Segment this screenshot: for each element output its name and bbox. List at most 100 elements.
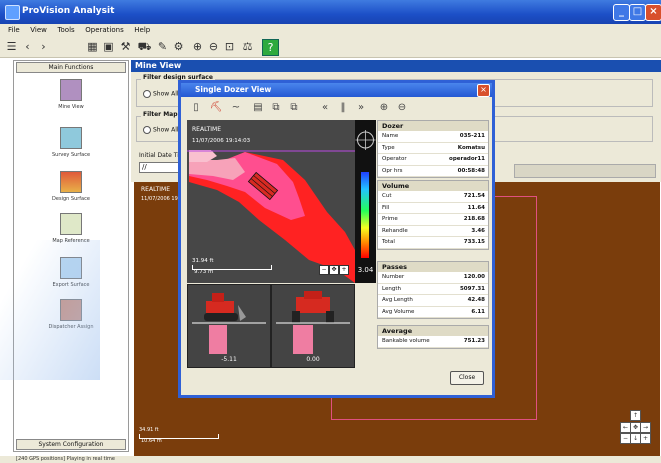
compass-icon: [355, 130, 376, 150]
main-view-title: Mine View: [135, 61, 182, 70]
survey-surface-item[interactable]: Survey Surface: [14, 127, 128, 158]
zoom-extent-icon[interactable]: ⊡: [222, 39, 237, 54]
close-button[interactable]: Close: [450, 371, 484, 385]
export-icon[interactable]: ⧉: [287, 101, 301, 115]
design-surface-label: Design Surface: [52, 196, 90, 202]
info-row: Type Komatsu: [378, 143, 488, 154]
dialog-zoom-out-icon[interactable]: ⊖: [395, 101, 409, 115]
info-row: Rehandle 3.46: [378, 226, 488, 237]
zoom-out-icon[interactable]: ⊖: [206, 39, 221, 54]
map-fit-button[interactable]: ✥: [329, 265, 339, 275]
menu-tools[interactable]: Tools: [57, 26, 74, 34]
dozer-select-icon[interactable]: ⛏: [209, 101, 223, 115]
copy-icon[interactable]: ⧉: [269, 101, 283, 115]
info-row: Operator operador11: [378, 154, 488, 166]
dispatcher-assign-item[interactable]: Dispatcher Assign: [14, 299, 128, 330]
survey-surface-icon: [60, 127, 82, 149]
dozer-info-panel: Dozer Name 035-211 Type Komatsu Operator op…: [377, 120, 489, 358]
mine-view-item[interactable]: Mine View: [14, 79, 128, 110]
dozer-rear-icon: [276, 291, 350, 324]
main-toolbar: ☰ ‹ › ▦ ▣ ⚒ ⛟ ✎ ⚙ ⊕ ⊖ ⊡ ⚖ ?: [0, 36, 661, 58]
info-row: Fill 11.64: [378, 203, 488, 214]
compass-legend-column: 3.04: [355, 120, 376, 283]
dozer-heading: Dozer: [378, 121, 488, 131]
timeline-scrollbar[interactable]: [514, 164, 656, 178]
app-title: ProVision Analysit: [22, 6, 115, 16]
rewind-icon[interactable]: «: [318, 101, 332, 115]
side-view-depth-bar: [209, 325, 227, 354]
rear-view-value: 0.00: [306, 356, 320, 363]
help-icon[interactable]: ?: [262, 39, 279, 56]
dialog-title-bar[interactable]: Single Dozer View ×: [181, 83, 492, 97]
forward-icon[interactable]: ›: [36, 39, 51, 54]
dialog-zoom-in-icon[interactable]: ⊕: [377, 101, 391, 115]
left-panel: Main Functions Mine View Survey Surface …: [13, 60, 129, 452]
maximize-button[interactable]: □: [629, 4, 646, 21]
menu-file[interactable]: File: [8, 26, 20, 34]
pen-icon[interactable]: ✎: [155, 39, 170, 54]
show-all-radio-2[interactable]: Show All: [143, 126, 179, 134]
map-zoom-in-button[interactable]: +: [339, 265, 349, 275]
measure-icon[interactable]: ⚖: [240, 39, 255, 54]
menu-operations[interactable]: Operations: [85, 26, 123, 34]
pause-icon[interactable]: ‖: [336, 101, 350, 115]
dialog-scale-bar: 31.94 ft 9.73 m: [192, 258, 272, 276]
map-reference-item[interactable]: Map Reference: [14, 213, 128, 244]
zoom-in-icon[interactable]: ⊕: [190, 39, 205, 54]
show-all-radio-1[interactable]: Show All: [143, 90, 179, 98]
export-surface-item[interactable]: Export Surface: [14, 257, 128, 288]
close-window-button[interactable]: ×: [645, 4, 661, 21]
mine-view-icon: [60, 79, 82, 101]
dialog-title: Single Dozer View: [195, 85, 272, 94]
dialog-close-icon[interactable]: ×: [477, 84, 490, 97]
tool-icon[interactable]: ⚙: [171, 39, 186, 54]
layers-icon[interactable]: ☰: [4, 39, 19, 54]
app-title-bar: ProVision Analysit _ □ ×: [0, 0, 661, 24]
grid-icon[interactable]: ▦: [85, 39, 100, 54]
passes-heading: Passes: [378, 262, 488, 272]
design-surface-item[interactable]: Design Surface: [14, 171, 128, 202]
single-dozer-dialog: Single Dozer View × ▯ ⛏ ~ ▤ ⧉ ⧉ « ‖ » ⊕ …: [178, 80, 495, 398]
main-functions-button[interactable]: Main Functions: [16, 62, 126, 73]
info-row: Length 5097.31: [378, 284, 488, 295]
mine-view-label: Mine View: [58, 104, 84, 110]
pan-up-button[interactable]: ↑: [630, 410, 641, 421]
fast-forward-icon[interactable]: »: [354, 101, 368, 115]
info-row: Opr hrs 00:58:48: [378, 166, 488, 177]
side-view-value: -5.11: [221, 356, 237, 363]
design-surface-icon: [60, 171, 82, 193]
system-configuration-button[interactable]: System Configuration: [16, 439, 126, 450]
minimize-button[interactable]: _: [613, 4, 630, 21]
dozer-map[interactable]: REALTIME 11/07/2006 19:14:03 31.94 ft 9.…: [187, 120, 355, 283]
menu-bar: File View Tools Operations Help: [0, 24, 661, 36]
dozer-icon[interactable]: ⚒: [118, 39, 133, 54]
status-bar: [240 GPS positions] Playing in real time: [0, 456, 661, 463]
route-icon[interactable]: ~: [229, 101, 243, 115]
info-row: Name 035-211: [378, 131, 488, 143]
realtime-label: REALTIME: [141, 186, 170, 193]
average-section: Average Bankable volume 751.23: [377, 325, 489, 349]
info-row: Cut 721.54: [378, 191, 488, 203]
average-heading: Average: [378, 326, 488, 336]
export-surface-label: Export Surface: [52, 282, 90, 288]
pan-right-button[interactable]: →: [640, 422, 651, 433]
volume-heading: Volume: [378, 181, 488, 191]
menu-help[interactable]: Help: [134, 26, 150, 34]
dialog-toolbar: ▯ ⛏ ~ ▤ ⧉ ⧉ « ‖ » ⊕ ⊖: [181, 97, 492, 119]
map-icon[interactable]: ▣: [101, 39, 116, 54]
document-icon[interactable]: ▯: [189, 101, 203, 115]
scale-m: 10.64 m: [141, 438, 162, 444]
zoom-in-button[interactable]: +: [640, 433, 651, 444]
status-text: [240 GPS positions] Playing in real time: [16, 456, 115, 462]
date-field[interactable]: //: [139, 162, 179, 173]
export-surface-icon: [60, 257, 82, 279]
layout-icon[interactable]: ▤: [251, 101, 265, 115]
menu-view[interactable]: View: [30, 26, 47, 34]
map-zoom-out-button[interactable]: −: [319, 265, 329, 275]
info-row: Prime 218.68: [378, 214, 488, 226]
initial-date-label: Initial Date Ti: [139, 152, 179, 159]
back-icon[interactable]: ‹: [20, 39, 35, 54]
scale-ft: 34.91 ft: [139, 427, 159, 433]
rear-view-depth-bar: [293, 325, 313, 354]
truck-icon[interactable]: ⛟: [137, 39, 152, 54]
